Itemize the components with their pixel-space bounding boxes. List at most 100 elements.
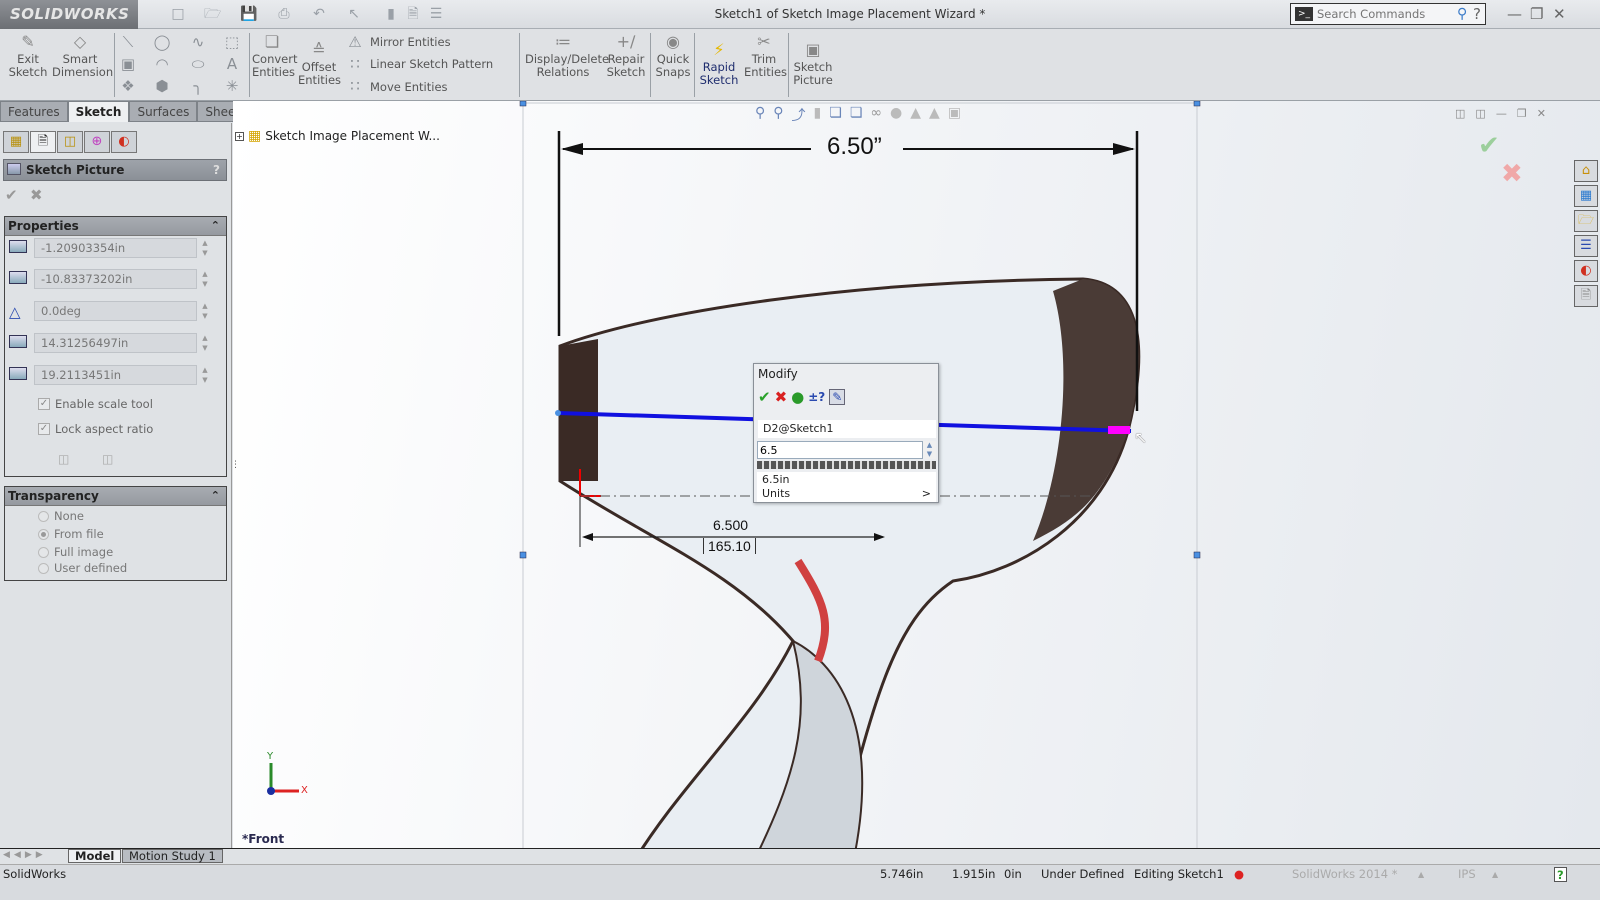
- configuration-manager-tab[interactable]: ◫: [57, 131, 83, 153]
- dimension-name-field[interactable]: D2@Sketch1: [758, 420, 936, 438]
- confirm-ok-icon[interactable]: ✔: [1478, 131, 1500, 161]
- ellipse-icon[interactable]: ⬭: [188, 55, 208, 73]
- new-file-icon[interactable]: □: [170, 6, 186, 22]
- solidworks-logo[interactable]: SOLIDWORKS: [0, 0, 138, 29]
- modify-cancel-icon[interactable]: ✖: [775, 388, 788, 406]
- confirm-cancel-icon[interactable]: ✖: [1501, 159, 1523, 189]
- flip-horizontal-icon[interactable]: ◫: [58, 452, 69, 466]
- exit-sketch-button[interactable]: ✎ Exit Sketch: [8, 33, 48, 79]
- dimension-value-input[interactable]: [757, 441, 923, 459]
- undo-icon[interactable]: ↶: [311, 6, 327, 22]
- reverse-sense-icon[interactable]: ±?: [808, 390, 825, 404]
- convert-entities-button[interactable]: ❏ Convert Entities: [252, 33, 297, 79]
- print-icon[interactable]: ⎙: [276, 6, 292, 22]
- version-menu-icon[interactable]: ▲: [1418, 865, 1424, 884]
- viewport-restore-icon[interactable]: ❐: [1517, 107, 1527, 120]
- search-input[interactable]: [1317, 7, 1457, 21]
- tab-scroll-arrows[interactable]: ◀◀▶▶: [3, 850, 47, 860]
- section-view-icon[interactable]: ▮: [814, 105, 822, 125]
- angle-spinner[interactable]: ▲ ▼: [198, 301, 212, 321]
- ok-check-icon[interactable]: ✔: [5, 186, 18, 204]
- status-units[interactable]: IPS: [1458, 865, 1476, 884]
- property-manager-tab[interactable]: 🗎: [30, 131, 56, 153]
- tab-surfaces[interactable]: Surfaces: [129, 101, 198, 122]
- select-icon[interactable]: ↖: [346, 6, 362, 22]
- help-icon[interactable]: ?: [1473, 5, 1481, 23]
- polygon-icon[interactable]: ⬢: [152, 77, 172, 95]
- width-field[interactable]: 14.31256497in: [34, 333, 197, 353]
- circle-icon[interactable]: ◯: [152, 33, 172, 51]
- collapse-icon[interactable]: ⌃: [211, 487, 220, 505]
- slot-icon[interactable]: ❖: [118, 77, 138, 95]
- rebuild-icon[interactable]: ▮: [383, 6, 399, 22]
- y-position-field[interactable]: -10.83373202in: [34, 269, 197, 289]
- view-orientation-icon[interactable]: ❏: [829, 105, 842, 125]
- view-palette-tab-icon[interactable]: ☰: [1574, 235, 1598, 257]
- expand-icon[interactable]: +: [235, 131, 244, 141]
- search-commands[interactable]: >_ ⚲: [1290, 3, 1486, 25]
- tab-model[interactable]: Model: [68, 849, 122, 863]
- arc-icon[interactable]: ◠: [152, 55, 172, 73]
- dimxpert-manager-tab[interactable]: ⊕: [84, 131, 110, 153]
- spline-icon[interactable]: ∿: [188, 33, 208, 51]
- construction-geometry-icon[interactable]: ⬚: [222, 33, 242, 51]
- close-icon[interactable]: ✕: [1553, 5, 1566, 23]
- open-file-icon[interactable]: 🗁: [204, 6, 221, 22]
- previous-view-icon[interactable]: ⤴: [792, 105, 806, 125]
- appearances-tab-icon[interactable]: ◐: [1574, 260, 1598, 282]
- resources-tab-icon[interactable]: ⌂: [1574, 160, 1598, 182]
- mirror-entities-button[interactable]: Mirror Entities: [370, 35, 451, 49]
- repair-sketch-button[interactable]: +∕ Repair Sketch: [606, 33, 646, 79]
- rapid-sketch-button[interactable]: ⚡ Rapid Sketch: [698, 41, 740, 87]
- panel-splitter-handle[interactable]: ⋮: [231, 460, 240, 490]
- dropdown-item-units[interactable]: Units >: [762, 487, 931, 501]
- y-position-spinner[interactable]: ▲ ▼: [198, 269, 212, 289]
- help-status-icon[interactable]: ?: [1554, 867, 1567, 882]
- cancel-x-icon[interactable]: ✖: [30, 186, 43, 204]
- text-icon[interactable]: A: [222, 55, 242, 73]
- display-delete-relations-button[interactable]: ≔ Display/Delete Relations: [525, 33, 609, 79]
- options-icon[interactable]: ☰: [428, 6, 444, 22]
- line-icon[interactable]: ⟍: [118, 33, 138, 51]
- search-icon[interactable]: ⚲: [1457, 6, 1467, 22]
- x-position-field[interactable]: -1.20903354in: [34, 238, 197, 258]
- file-properties-icon[interactable]: 🗎: [405, 6, 421, 22]
- tab-sketch[interactable]: Sketch: [67, 101, 130, 122]
- zoom-to-fit-icon[interactable]: ⚲: [755, 105, 765, 125]
- tab-features[interactable]: Features: [0, 101, 68, 122]
- minimize-icon[interactable]: —: [1507, 5, 1522, 23]
- properties-header[interactable]: Properties ⌃: [5, 217, 226, 236]
- linear-sketch-pattern-button[interactable]: Linear Sketch Pattern: [370, 57, 493, 71]
- transparency-header[interactable]: Transparency ⌃: [5, 487, 226, 506]
- transparency-from-file-radio[interactable]: From file: [38, 527, 104, 541]
- sketch-dimension-primary[interactable]: 6.500: [713, 517, 748, 533]
- help-icon[interactable]: ?: [213, 160, 220, 180]
- trim-entities-button[interactable]: ✂ Trim Entities: [744, 33, 787, 79]
- collapse-icon[interactable]: ⌃: [211, 217, 220, 235]
- mark-for-drawing-icon[interactable]: ✎: [829, 389, 846, 405]
- feature-manager-tab[interactable]: ▦: [3, 131, 29, 153]
- tab-motion-study-1[interactable]: Motion Study 1: [122, 849, 223, 863]
- modify-ok-icon[interactable]: ✔: [758, 388, 771, 406]
- units-menu-icon[interactable]: ▲: [1492, 865, 1498, 884]
- thumbwheel[interactable]: [757, 461, 936, 469]
- height-field[interactable]: 19.2113451in: [34, 365, 197, 385]
- dropdown-item-value[interactable]: 6.5in: [762, 473, 931, 487]
- transparency-user-defined-radio[interactable]: User defined: [38, 561, 127, 575]
- fillet-icon[interactable]: ╮: [188, 77, 208, 95]
- flip-vertical-icon[interactable]: ◫: [102, 452, 113, 466]
- value-spinner[interactable]: ▲ ▼: [923, 441, 936, 459]
- transparency-full-image-radio[interactable]: Full image: [38, 545, 113, 559]
- tile-left-icon[interactable]: ◫: [1455, 107, 1465, 120]
- width-spinner[interactable]: ▲ ▼: [198, 333, 212, 353]
- enable-scale-tool-checkbox[interactable]: ✓ Enable scale tool: [38, 397, 153, 411]
- edit-appearance-icon[interactable]: ●: [890, 105, 902, 125]
- file-explorer-tab-icon[interactable]: 🗁: [1574, 210, 1598, 232]
- rectangle-icon[interactable]: ▣: [118, 55, 138, 73]
- design-library-tab-icon[interactable]: ▦: [1574, 185, 1598, 207]
- smart-dimension-button[interactable]: ◇ Smart Dimension: [52, 33, 113, 79]
- restore-icon[interactable]: ❐: [1530, 5, 1543, 23]
- offset-entities-button[interactable]: ≙ Offset Entities: [298, 41, 341, 87]
- rebuild-status-icon[interactable]: ●: [1234, 865, 1244, 884]
- sketch-picture-button[interactable]: ▣ Sketch Picture: [793, 41, 833, 87]
